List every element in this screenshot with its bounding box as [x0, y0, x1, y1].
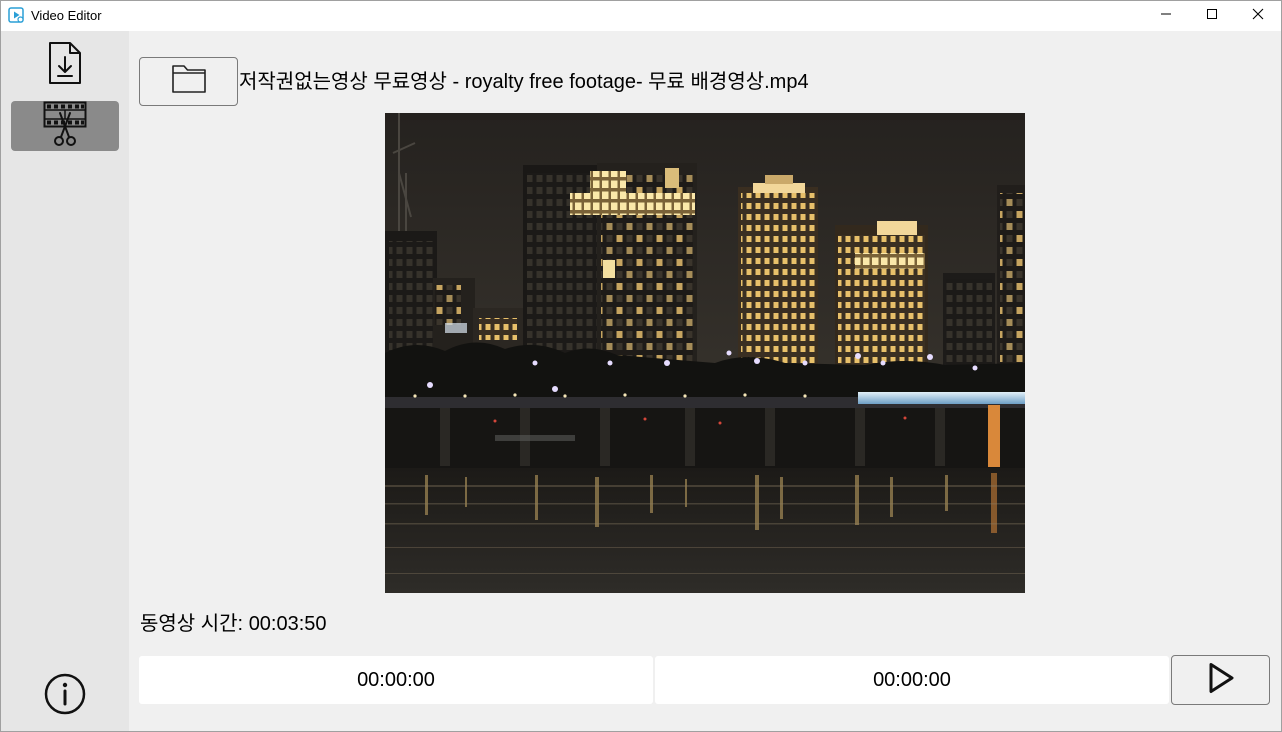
sidebar-item-download[interactable]: [11, 40, 119, 90]
film-cut-icon: [43, 101, 87, 152]
folder-icon: [171, 63, 207, 100]
video-preview-image: [385, 113, 1025, 593]
maximize-icon: [1206, 7, 1218, 25]
sidebar: [0, 31, 129, 732]
download-icon: [47, 41, 83, 90]
play-button[interactable]: [1171, 655, 1270, 705]
duration-value: 00:03:50: [248, 613, 327, 635]
title-bar: Video Editor: [0, 0, 1282, 31]
file-name-label: 저작권없는영상 무료영상 - royalty free footage- 무료 …: [239, 71, 809, 93]
play-icon: [1205, 661, 1237, 700]
open-file-button[interactable]: [139, 57, 238, 106]
trim-end-input[interactable]: [655, 656, 1169, 704]
duration-label: 동영상 시간:: [140, 613, 244, 635]
window-title: Video Editor: [31, 8, 102, 23]
minimize-button[interactable]: [1143, 0, 1189, 31]
info-button[interactable]: [42, 673, 88, 719]
bridge: [385, 392, 1025, 470]
maximize-button[interactable]: [1189, 0, 1235, 31]
video-editor-app-icon: [8, 7, 24, 23]
minimize-icon: [1160, 7, 1172, 25]
video-frame: [385, 113, 1025, 593]
close-button[interactable]: [1235, 0, 1281, 31]
sidebar-item-video-edit[interactable]: [11, 101, 119, 151]
video-duration: 동영상 시간: 00:03:50: [140, 610, 327, 638]
close-icon: [1252, 7, 1264, 25]
trim-start-input[interactable]: [139, 656, 653, 704]
info-icon: [43, 672, 87, 721]
